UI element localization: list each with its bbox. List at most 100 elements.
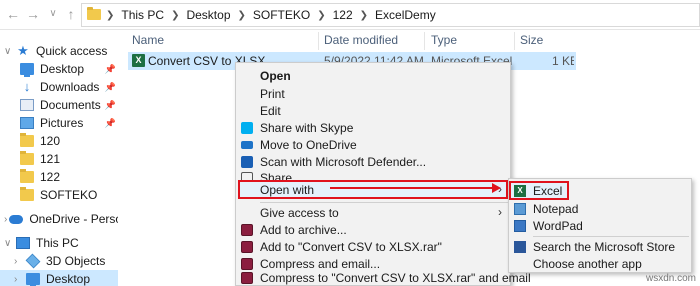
nav-label: 120 bbox=[40, 134, 61, 148]
menu-item-share-skype[interactable]: Share with Skype bbox=[236, 119, 510, 137]
pin-icon: 📌 bbox=[104, 117, 116, 128]
documents-icon bbox=[20, 99, 34, 111]
chevron-right-icon[interactable]: › bbox=[4, 214, 7, 225]
nav-item-120[interactable]: 120 bbox=[20, 132, 116, 150]
submenu-item-choose-app[interactable]: Choose another app bbox=[509, 255, 691, 273]
onedrive-cloud-icon bbox=[241, 141, 253, 149]
menu-item-move-onedrive[interactable]: Move to OneDrive bbox=[236, 136, 510, 154]
star-icon: ★ bbox=[17, 43, 29, 58]
submenu-item-excel[interactable]: X Excel bbox=[509, 182, 691, 200]
wordpad-icon bbox=[514, 220, 526, 232]
crumb-122[interactable]: 122 bbox=[333, 8, 353, 22]
chevron-down-icon[interactable]: ∨ bbox=[4, 46, 14, 57]
computer-icon bbox=[16, 237, 30, 249]
folder-icon bbox=[20, 151, 34, 165]
column-divider[interactable] bbox=[424, 32, 425, 50]
download-icon: ↓ bbox=[23, 79, 31, 94]
submenu-item-notepad[interactable]: Notepad bbox=[509, 200, 691, 218]
column-divider[interactable] bbox=[318, 32, 319, 50]
nav-label: 3D Objects bbox=[46, 254, 106, 268]
address-bar[interactable]: ❯ This PC ❯ Desktop ❯ SOFTEKO ❯ 122 ❯ Ex… bbox=[81, 3, 700, 27]
folder-icon bbox=[20, 169, 34, 183]
breadcrumb: ❯ This PC ❯ Desktop ❯ SOFTEKO ❯ 122 ❯ Ex… bbox=[106, 8, 436, 22]
crumb-desktop[interactable]: Desktop bbox=[186, 8, 230, 22]
recent-locations-chevron-icon[interactable]: ∨ bbox=[44, 5, 62, 23]
crumb-exceldemy[interactable]: ExcelDemy bbox=[375, 8, 436, 22]
column-header-type[interactable]: Type bbox=[431, 33, 457, 47]
nav-this-pc[interactable]: ∨ This PC bbox=[4, 234, 116, 252]
forward-arrow-icon[interactable]: → bbox=[24, 5, 42, 23]
nav-item-documents[interactable]: Documents 📌 bbox=[20, 96, 116, 114]
nav-label: This PC bbox=[36, 236, 79, 250]
nav-item-downloads[interactable]: ↓ Downloads 📌 bbox=[20, 78, 116, 96]
submenu-label: Notepad bbox=[533, 202, 579, 216]
3d-objects-icon bbox=[25, 253, 41, 269]
chevron-right-icon[interactable]: ❯ bbox=[317, 10, 325, 21]
menu-separator bbox=[260, 202, 508, 203]
menu-item-edit[interactable]: Edit bbox=[236, 102, 510, 120]
submenu-label: Excel bbox=[533, 184, 563, 198]
desktop-icon bbox=[20, 63, 34, 77]
menu-item-open-with[interactable]: Open with › bbox=[236, 181, 510, 199]
nav-label: SOFTEKO bbox=[40, 188, 98, 202]
chevron-right-icon[interactable]: › bbox=[14, 274, 24, 285]
back-arrow-icon[interactable]: ← bbox=[4, 5, 22, 23]
submenu-label: Search the Microsoft Store bbox=[533, 240, 676, 254]
chevron-right-icon[interactable]: ❯ bbox=[171, 10, 179, 21]
menu-label: Print bbox=[260, 87, 285, 101]
submenu-separator bbox=[533, 236, 689, 237]
submenu-label: Choose another app bbox=[533, 257, 642, 271]
chevron-right-icon[interactable]: › bbox=[14, 256, 24, 267]
pictures-icon bbox=[20, 117, 34, 129]
chevron-down-icon[interactable]: ∨ bbox=[4, 238, 14, 249]
nav-item-desktop[interactable]: Desktop 📌 bbox=[20, 60, 116, 78]
crumb-softeko[interactable]: SOFTEKO bbox=[253, 8, 310, 22]
nav-item-pictures[interactable]: Pictures 📌 bbox=[20, 114, 116, 132]
menu-item-add-archive[interactable]: Add to archive... bbox=[236, 221, 510, 239]
menu-label: Open with bbox=[260, 183, 315, 197]
winrar-icon bbox=[241, 272, 253, 284]
nav-item-122[interactable]: 122 bbox=[20, 168, 116, 186]
menu-item-open[interactable]: Open bbox=[236, 67, 510, 85]
onedrive-cloud-icon bbox=[9, 214, 24, 224]
crumb-this-pc[interactable]: This PC bbox=[121, 8, 164, 22]
menu-label: Open bbox=[260, 69, 291, 83]
defender-shield-icon bbox=[241, 156, 253, 168]
nav-onedrive[interactable]: › OneDrive - Personal bbox=[4, 210, 138, 228]
pin-icon: 📌 bbox=[104, 99, 116, 110]
up-arrow-icon[interactable]: ↑ bbox=[62, 5, 80, 23]
submenu-label: WordPad bbox=[533, 219, 583, 233]
menu-item-give-access[interactable]: Give access to › bbox=[236, 204, 510, 222]
navigation-pane: ∨ ★ Quick access Desktop 📌 ↓ Downloads 📌… bbox=[0, 30, 138, 286]
address-toolbar: ← → ∨ ↑ ❯ This PC ❯ Desktop ❯ SOFTEKO ❯ … bbox=[0, 0, 700, 30]
file-size: 1 KB bbox=[552, 54, 574, 68]
column-header-date[interactable]: Date modified bbox=[324, 33, 398, 47]
nav-item-softeko[interactable]: SOFTEKO bbox=[20, 186, 116, 204]
nav-item-121[interactable]: 121 bbox=[20, 150, 116, 168]
menu-label: Move to OneDrive bbox=[260, 138, 357, 152]
menu-item-compress-rar-email[interactable]: Compress to "Convert CSV to XLSX.rar" an… bbox=[236, 269, 531, 286]
submenu-item-wordpad[interactable]: WordPad bbox=[509, 217, 691, 235]
annotation-arrow-head-icon bbox=[492, 183, 501, 193]
nav-item-3d-objects[interactable]: › 3D Objects bbox=[14, 252, 116, 270]
column-divider[interactable] bbox=[514, 32, 515, 50]
submenu-item-search-store[interactable]: Search the Microsoft Store bbox=[509, 238, 691, 256]
chevron-right-icon[interactable]: ❯ bbox=[360, 10, 368, 21]
context-menu: Open Print Edit Share with Skype Move to… bbox=[235, 62, 531, 286]
chevron-right-icon: ❯ bbox=[106, 9, 115, 21]
menu-item-add-rar[interactable]: Add to "Convert CSV to XLSX.rar" bbox=[236, 238, 510, 256]
nav-quick-access[interactable]: ∨ ★ Quick access bbox=[4, 42, 116, 60]
nav-label: Downloads bbox=[40, 80, 100, 94]
chevron-right-icon[interactable]: ❯ bbox=[238, 10, 246, 21]
nav-label: Pictures bbox=[40, 116, 84, 130]
nav-label: Desktop bbox=[46, 272, 91, 286]
open-with-submenu: X Excel Notepad WordPad Search the Micro… bbox=[508, 178, 692, 273]
menu-item-print[interactable]: Print bbox=[236, 85, 510, 103]
annotation-arrow-line bbox=[330, 187, 494, 189]
nav-item-desktop-pc[interactable]: › Desktop bbox=[0, 270, 118, 286]
pin-icon: 📌 bbox=[104, 63, 116, 74]
column-header-size[interactable]: Size bbox=[520, 33, 543, 47]
column-header-name[interactable]: Name bbox=[132, 33, 164, 47]
microsoft-store-icon bbox=[514, 241, 526, 253]
winrar-icon bbox=[241, 224, 253, 236]
